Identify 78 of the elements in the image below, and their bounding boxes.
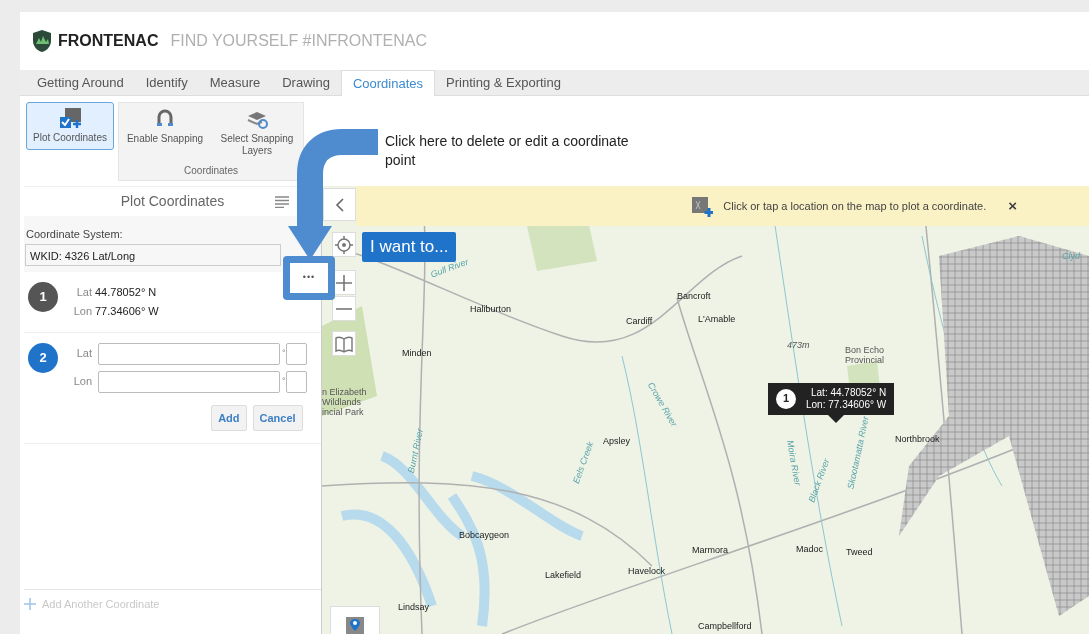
open-book-icon xyxy=(335,334,353,353)
callout-text: Click here to delete or edit a coordinate point xyxy=(385,132,630,170)
longitude-input[interactable] xyxy=(98,370,280,393)
map-pin-icon xyxy=(346,615,364,634)
locate-button[interactable] xyxy=(332,232,356,257)
place-label: Haliburton xyxy=(470,305,512,315)
coordinate-value: 44.78052° N xyxy=(95,284,157,300)
field-label: Coordinate System: xyxy=(25,227,124,242)
place-label: Tweed xyxy=(846,548,873,558)
ribbon-tool-button[interactable]: Plot Coordinates xyxy=(26,102,114,150)
river-label: Black River xyxy=(807,457,833,504)
degree-symbol: ° xyxy=(282,346,286,360)
place-label: Bon Echo Provincial xyxy=(845,346,885,366)
bookmarks-button[interactable] xyxy=(332,331,356,356)
minutes-input[interactable] xyxy=(285,342,307,365)
tab[interactable]: Getting Around xyxy=(26,70,135,96)
form-button[interactable]: Cancel xyxy=(252,404,303,431)
tagline: FIND YOURSELF #INFRONTENAC xyxy=(170,31,428,51)
tab[interactable]: Identify xyxy=(134,70,199,96)
minutes-input[interactable] xyxy=(285,370,307,393)
ribbon-tool-button[interactable]: Select Snapping Layers xyxy=(211,103,303,161)
close-button[interactable]: × xyxy=(1008,194,1017,218)
place-label: Lindsay xyxy=(398,603,430,613)
coordinate-label: Lat xyxy=(75,346,92,362)
coordinate-label: Lon xyxy=(72,304,92,319)
place-label: Campbellford xyxy=(698,622,752,632)
coordinate-system-dropdown[interactable]: WKID: 4326 Lat/Long xyxy=(25,243,281,266)
tooltip-latitude: Lat: 44.78052° N xyxy=(810,387,887,399)
plus-icon xyxy=(335,273,353,292)
latitude-input[interactable] xyxy=(98,342,280,365)
menu-icon[interactable] xyxy=(275,196,289,208)
map-pin-plus-icon xyxy=(691,195,714,217)
place-label: Madoc xyxy=(796,545,823,555)
river-label: Clyd xyxy=(1062,252,1080,262)
point-number: 2 xyxy=(28,342,58,373)
crosshair-icon xyxy=(335,235,353,254)
place-label: Bobcaygeon xyxy=(459,531,510,541)
tooltip-longitude: Lon: 77.34606° W xyxy=(806,399,887,411)
collapse-button[interactable] xyxy=(323,188,356,221)
panel-title: Plot Coordinates xyxy=(120,192,225,211)
place-label: n Elizabeth Wildlands incial Park xyxy=(322,388,368,418)
shield-logo-icon xyxy=(32,29,52,53)
tab[interactable]: Coordinates xyxy=(340,70,436,96)
place-label: Bancroft xyxy=(677,292,711,302)
i-want-to-button[interactable]: I want to... xyxy=(362,232,457,262)
place-label: Havelock xyxy=(628,567,665,577)
basemap-button[interactable] xyxy=(330,606,380,634)
instruction-text: Click or tap a location on the map to plot a coordinate. xyxy=(723,198,987,214)
zoom-out-button[interactable] xyxy=(332,296,356,321)
place-label: Apsley xyxy=(603,437,630,447)
place-label: Minden xyxy=(402,349,432,359)
minus-icon xyxy=(336,307,352,310)
tab[interactable]: Measure xyxy=(198,70,272,96)
form-button[interactable]: Add xyxy=(211,404,247,431)
place-label: Marmora xyxy=(692,546,728,556)
coordinate-label: Lat xyxy=(75,284,92,300)
chevron-left-icon xyxy=(334,197,345,212)
point-number: 1 xyxy=(28,281,58,312)
place-label: Northbrook xyxy=(895,435,940,445)
point-number: 1 xyxy=(776,389,796,409)
tab[interactable]: Drawing xyxy=(271,70,341,96)
river-label: Moira River xyxy=(784,439,802,487)
river-label: Eels Creek xyxy=(571,440,597,486)
brand-name: FRONTENAC xyxy=(58,31,159,51)
coordinate-value: 77.34606° W xyxy=(95,304,159,319)
more-options-button[interactable]: ••• xyxy=(283,256,335,300)
place-label: L'Amable xyxy=(698,315,736,325)
ribbon-group-label: Coordinates xyxy=(184,164,238,178)
tab[interactable]: Printing & Exporting xyxy=(435,70,572,96)
place-label: 473m xyxy=(787,341,810,351)
ribbon-tool-button[interactable]: Enable Snapping xyxy=(119,103,211,161)
degree-symbol: ° xyxy=(282,374,286,388)
place-label: Lakefield xyxy=(545,571,582,581)
coordinate-label: Lon xyxy=(72,374,92,390)
plus-icon xyxy=(24,597,36,610)
river-label: Burnt River xyxy=(407,427,426,474)
place-label: Cardiff xyxy=(626,317,653,327)
map-checkbox-icon xyxy=(59,107,81,129)
